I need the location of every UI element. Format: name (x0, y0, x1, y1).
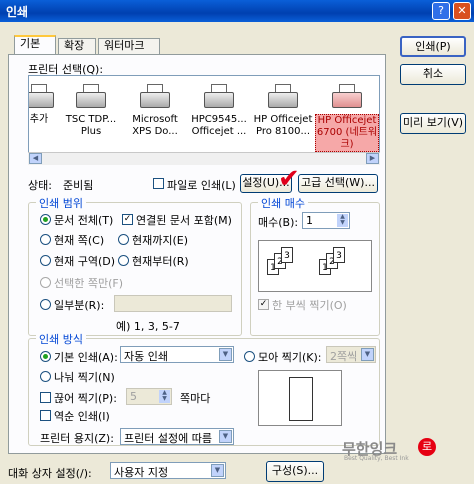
title-bar: 인쇄 (0, 0, 474, 22)
linked-docs-label: 연결된 문서 포함(M) (136, 214, 232, 227)
range-pages-label: 일부분(R): (54, 299, 105, 312)
chevron-down-icon[interactable]: ▼ (361, 348, 374, 361)
advanced-button[interactable]: 고급 선택(W)... (298, 174, 378, 193)
copies-label: 매수(B): (258, 216, 299, 229)
range-current-section-label: 현재 구역(D) (54, 255, 116, 268)
watermark-subtext: Best Quality, Best Ink (344, 455, 409, 462)
interrupt-checkbox[interactable] (40, 392, 51, 403)
printer-icon (136, 84, 174, 112)
range-to-current-label: 현재까지(E) (132, 234, 189, 247)
interrupt-spin-icon[interactable]: ▲ ▼ (159, 390, 170, 403)
reverse-checkbox[interactable] (40, 410, 51, 421)
copies-spin-icon[interactable]: ▲ ▼ (337, 214, 348, 227)
dialog-settings-label: 대화 상자 설정(/): (8, 467, 92, 480)
method-basic-label: 기본 인쇄(A): (54, 351, 118, 364)
method-nup-select[interactable]: 2쪽씩 ▼ (326, 346, 376, 363)
scroll-left-icon[interactable]: ◀ (29, 153, 42, 164)
paper-label: 프린터 용지(Z): (40, 432, 114, 445)
method-nup-radio[interactable] (244, 351, 255, 362)
range-all-radio[interactable] (40, 214, 51, 225)
tab-extended[interactable]: 확장 (58, 38, 96, 54)
range-current-page-radio[interactable] (40, 234, 51, 245)
collate-checkbox[interactable]: ✓ (258, 299, 269, 310)
printer-icon (264, 84, 302, 112)
chevron-down-icon[interactable]: ▼ (211, 464, 224, 477)
method-booklet-radio[interactable] (40, 371, 51, 382)
range-current-section-radio[interactable] (40, 255, 51, 266)
check-annotation-icon: ✔ (278, 164, 300, 194)
printer-icon (200, 84, 238, 112)
linked-docs-checkbox[interactable]: ✓ (122, 214, 133, 225)
dialog-settings-select[interactable]: 사용자 지정 ▼ (110, 462, 226, 479)
print-range-title: 인쇄 범위 (36, 195, 86, 211)
printer-item-xps[interactable]: Microsoft XPS Do... (123, 84, 187, 138)
method-booklet-label: 나눠 찍기(N) (54, 371, 115, 384)
copies-input[interactable]: 1 ▲ ▼ (302, 212, 350, 229)
method-basic-radio[interactable] (40, 351, 51, 362)
status-label: 상태: (28, 179, 52, 192)
range-example-text: 예) 1, 3, 5-7 (116, 320, 180, 333)
method-nup-label: 모아 찍기(K): (258, 351, 322, 364)
range-from-current-radio[interactable] (118, 255, 129, 266)
printer-icon (72, 84, 110, 112)
range-selection-radio[interactable] (40, 277, 51, 288)
printer-default-icon (328, 84, 366, 112)
collate-preview: 1 2 3 1 2 3 (258, 240, 372, 292)
range-from-current-label: 현재부터(R) (132, 255, 189, 268)
print-to-file-label: 파일로 인쇄(L) (167, 179, 236, 192)
preview-button[interactable]: 미리 보기(V) (400, 113, 466, 134)
interrupt-label: 끊어 찍기(P): (54, 392, 117, 405)
method-basic-select[interactable]: 자동 인쇄 ▼ (120, 346, 234, 363)
range-pages-radio[interactable] (40, 299, 51, 310)
printer-item-hp6700[interactable]: HP Officejet 6700 (네트워크) (315, 84, 379, 152)
range-pages-input[interactable] (114, 295, 232, 312)
range-to-current-radio[interactable] (118, 234, 129, 245)
paper-select[interactable]: 프린터 설정에 따름 ▼ (120, 428, 234, 445)
configure-button[interactable]: 구성(S)... (266, 461, 324, 482)
tab-watermark[interactable]: 워터마크 (98, 38, 160, 54)
close-button[interactable]: ✕ (453, 2, 471, 20)
cancel-button[interactable]: 취소 (400, 64, 466, 85)
watermark-badge: 로 (418, 438, 436, 456)
chevron-down-icon[interactable]: ▼ (219, 348, 232, 361)
page-thumbnail (289, 377, 313, 421)
print-button[interactable]: 인쇄(P) (400, 36, 466, 57)
help-button[interactable]: ? (432, 2, 450, 20)
collate-label: 한 부씩 찍기(O) (272, 299, 347, 312)
chevron-down-icon[interactable]: ▼ (219, 430, 232, 443)
window-title: 인쇄 (6, 5, 29, 19)
range-selection-label: 선택한 쪽만(F) (54, 277, 124, 290)
print-to-file-checkbox[interactable] (153, 178, 164, 189)
tab-basic[interactable]: 기본 (14, 35, 56, 55)
printer-item-tsc[interactable]: TSC TDP... Plus (59, 84, 123, 138)
printer-add-icon (29, 84, 58, 112)
copies-title: 인쇄 매수 (258, 195, 308, 211)
range-current-page-label: 현재 쪽(C) (54, 234, 105, 247)
interrupt-suffix: 쪽마다 (180, 392, 211, 405)
scroll-right-icon[interactable]: ▶ (366, 153, 379, 164)
page-layout-preview (258, 370, 342, 426)
range-all-label: 문서 전체(T) (54, 214, 114, 227)
interrupt-input[interactable]: 5 ▲ ▼ (126, 388, 172, 405)
printer-item-hp8100[interactable]: HP Officejet Pro 8100... (251, 84, 315, 138)
reverse-label: 역순 인쇄(I) (54, 410, 110, 423)
printer-list-scrollbar[interactable] (28, 152, 380, 165)
printer-item-hpc9545[interactable]: HPC9545... Officejet ... (187, 84, 251, 138)
print-method-title: 인쇄 방식 (36, 331, 86, 347)
status-value: 준비됨 (63, 179, 94, 192)
